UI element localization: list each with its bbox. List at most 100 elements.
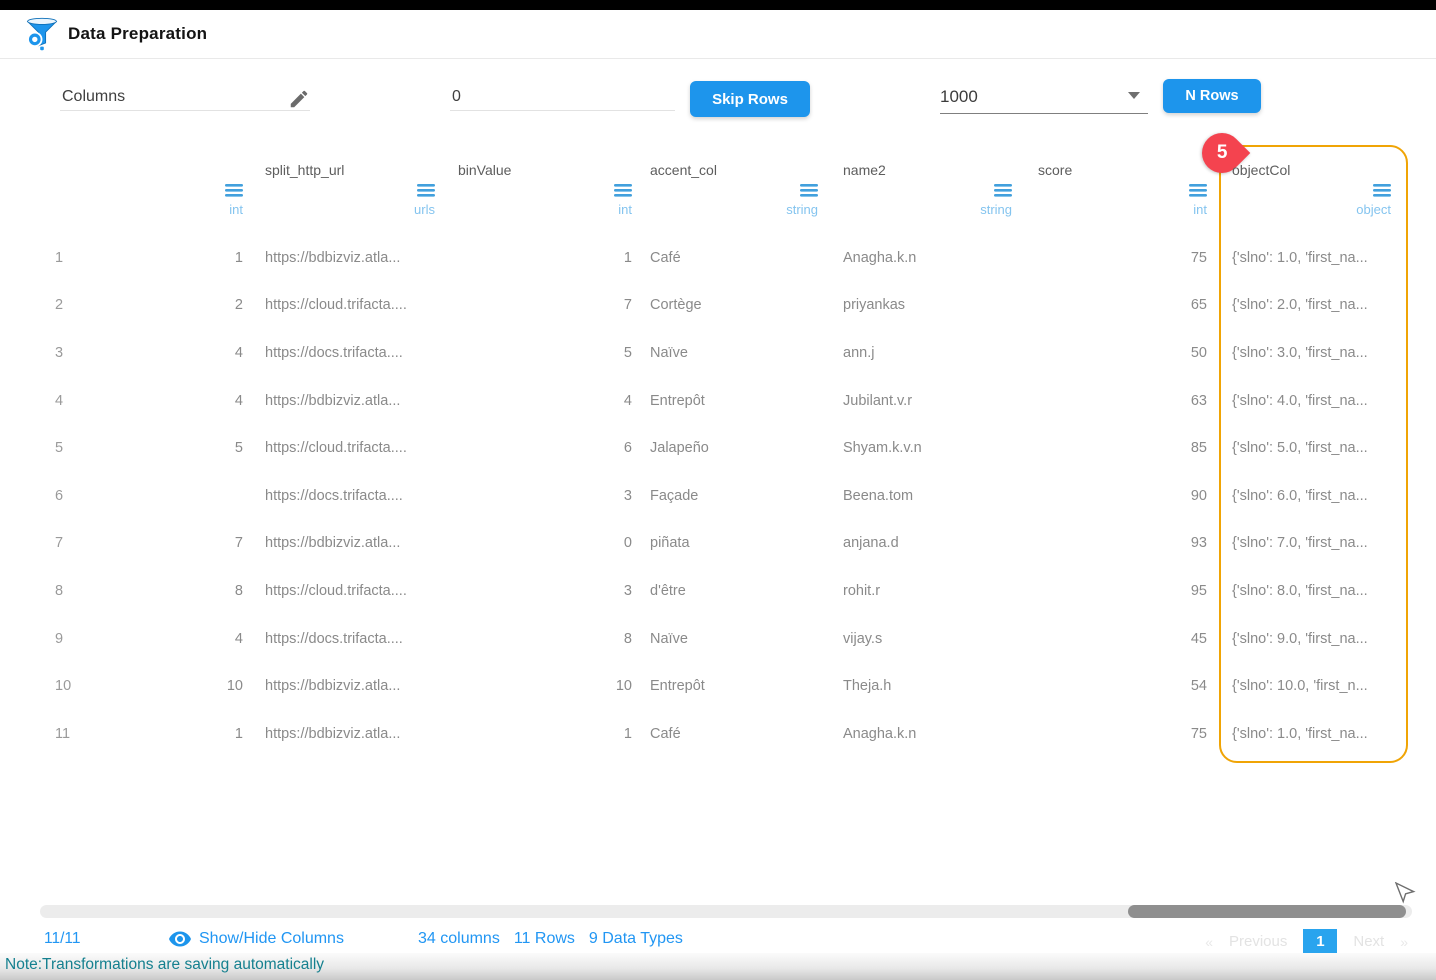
table-cell: https://bdbizviz.atla...	[265, 535, 401, 552]
table-cell: https://docs.trifacta....	[265, 344, 403, 361]
table-cell: {'slno': 3.0, 'first_na...	[1232, 344, 1368, 361]
table-cell: Entrepôt	[650, 392, 705, 409]
app-header: Data Preparation	[0, 10, 1436, 59]
n-rows-select-value: 1000	[940, 86, 978, 106]
pagination-first-icon[interactable]: «	[1205, 934, 1213, 950]
table-cell: {'slno': 10.0, 'first_n...	[1232, 678, 1368, 695]
table-cell: 10	[615, 678, 632, 695]
column-type-label: object	[1356, 202, 1391, 217]
table-row: 11 1 https://bdbizviz.atla... 1 Café Anagha.k…	[0, 710, 1395, 758]
table-cell: 85	[1190, 440, 1207, 457]
row-index: 11	[55, 725, 71, 742]
table-cell: https://docs.trifacta....	[265, 487, 403, 504]
row-index: 7	[55, 535, 64, 552]
column-menu-icon[interactable]	[1232, 184, 1395, 199]
stat-columns: 34 columns	[418, 930, 500, 947]
horizontal-scrollbar-track[interactable]	[40, 905, 1412, 918]
pagination-previous[interactable]: Previous	[1229, 933, 1287, 950]
table-row: 9 4 https://docs.trifacta.... 8 Naïve vijay.s…	[0, 615, 1395, 663]
table-cell: Anagha.k.n	[843, 725, 917, 742]
top-black-bar	[0, 0, 1436, 10]
row-index: 10	[55, 678, 72, 695]
header-cell-index	[0, 162, 200, 217]
table-cell: {'slno': 9.0, 'first_na...	[1232, 630, 1368, 647]
skip-rows-input[interactable]	[450, 84, 675, 111]
column-type-label: int	[1193, 202, 1207, 217]
column-header-name2: name2 string	[818, 162, 1012, 217]
table-cell: priyankas	[843, 297, 906, 314]
table-cell: Beena.tom	[843, 487, 914, 504]
table-cell: Café	[650, 249, 681, 266]
column-name: score	[1038, 162, 1073, 178]
row-index: 9	[55, 630, 64, 647]
table-cell: rohit.r	[843, 582, 881, 599]
page-title: Data Preparation	[68, 24, 208, 43]
table-cell: {'slno': 8.0, 'first_na...	[1232, 582, 1368, 599]
table-cell: https://bdbizviz.atla...	[265, 725, 401, 742]
table-cell: 8	[234, 582, 243, 599]
table-cell: 7	[234, 535, 243, 552]
column-type-label: int	[229, 202, 243, 217]
column-menu-icon[interactable]	[200, 184, 243, 199]
pencil-edit-icon[interactable]	[288, 88, 310, 110]
table-cell: anjana.d	[843, 535, 899, 552]
show-hide-columns-button[interactable]: Show/Hide Columns	[168, 927, 344, 951]
column-menu-icon[interactable]	[265, 184, 435, 199]
n-rows-select[interactable]: 1000	[940, 80, 1148, 114]
table-cell: Cortège	[650, 297, 702, 314]
table-cell: Jalapeño	[650, 440, 709, 457]
table-row: 4 4 https://bdbizviz.atla... 4 Entrepôt Jubil…	[0, 377, 1395, 425]
table-cell: {'slno': 1.0, 'first_na...	[1232, 725, 1368, 742]
column-type-label: urls	[414, 202, 435, 217]
table-cell: {'slno': 5.0, 'first_na...	[1232, 440, 1368, 457]
horizontal-scrollbar-thumb[interactable]	[1128, 905, 1406, 918]
eye-icon	[169, 931, 191, 947]
column-name: split_http_url	[265, 162, 345, 178]
table-row: 6 https://docs.trifacta.... 3 Façade Beena.t…	[0, 472, 1395, 520]
column-name: objectCol	[1232, 162, 1291, 178]
table-cell: Theja.h	[843, 678, 892, 695]
table-cell: https://bdbizviz.atla...	[265, 678, 401, 695]
row-index: 3	[55, 344, 64, 361]
logo-funnel-icon	[26, 17, 58, 51]
table-stats: 34 columns 11 Rows 9 Data Types	[418, 930, 683, 948]
column-menu-icon[interactable]	[650, 184, 818, 199]
stat-data-types: 9 Data Types	[588, 930, 683, 947]
table-cell: 50	[1190, 344, 1207, 361]
column-header-unnamed: int	[200, 162, 243, 217]
table-cell: 54	[1190, 678, 1207, 695]
table-cell: Naïve	[650, 630, 688, 647]
table-cell: Café	[650, 725, 681, 742]
table-cell: 4	[234, 630, 243, 647]
table-cell: {'slno': 6.0, 'first_na...	[1232, 487, 1368, 504]
table-cell: 10	[226, 678, 243, 695]
pagination-current-page[interactable]: 1	[1303, 929, 1338, 954]
pagination-last-icon[interactable]: »	[1400, 934, 1408, 950]
table-cell: https://bdbizviz.atla...	[265, 249, 401, 266]
table-cell: Entrepôt	[650, 678, 705, 695]
row-index: 6	[55, 487, 64, 504]
column-menu-icon[interactable]	[843, 184, 1012, 199]
column-type-label: string	[786, 202, 818, 217]
table-cell: 75	[1190, 249, 1207, 266]
table-cell: ann.j	[843, 344, 875, 361]
skip-rows-button[interactable]: Skip Rows	[690, 81, 810, 117]
pagination-next[interactable]: Next	[1353, 933, 1384, 950]
table-cell: https://cloud.trifacta....	[265, 582, 407, 599]
column-menu-icon[interactable]	[1012, 184, 1207, 199]
table-cell: 95	[1190, 582, 1207, 599]
show-hide-columns-label: Show/Hide Columns	[199, 930, 344, 947]
table-row: 7 7 https://bdbizviz.atla... 0 piñata anjana.…	[0, 520, 1395, 568]
columns-input[interactable]	[60, 84, 310, 111]
n-rows-button[interactable]: N Rows	[1163, 79, 1261, 113]
table-cell: Naïve	[650, 344, 688, 361]
table-cell: 63	[1190, 392, 1207, 409]
column-menu-icon[interactable]	[435, 184, 632, 199]
table-cell: 6	[623, 440, 632, 457]
table-cell: 45	[1190, 630, 1207, 647]
table-cell: 65	[1190, 297, 1207, 314]
table-cell: 2	[234, 297, 243, 314]
row-index: 4	[55, 392, 64, 409]
table-cell: 7	[623, 297, 632, 314]
table-cell: d'être	[650, 582, 686, 599]
